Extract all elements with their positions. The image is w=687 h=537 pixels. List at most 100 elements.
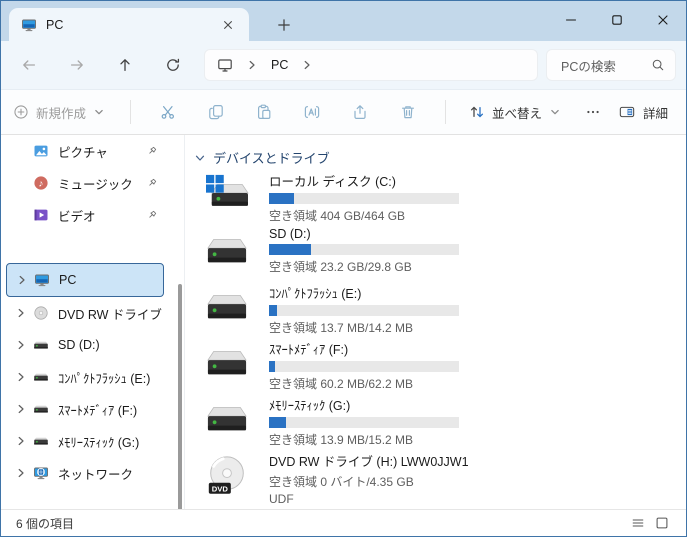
- main-panel: デバイスとドライブ ローカル ディスク (C:) 空き領域 404 GB/464 …: [186, 135, 686, 509]
- new-tab-button[interactable]: [271, 12, 297, 38]
- maximize-icon: [611, 14, 623, 26]
- paste-icon: [256, 104, 272, 120]
- sidebar-item-pc[interactable]: PC: [6, 263, 164, 297]
- pc-icon: [21, 17, 37, 33]
- sidebar-item-9[interactable]: ネットワーク: [6, 457, 164, 489]
- capacity-bar: [269, 193, 459, 204]
- hdd-small-icon: [33, 433, 49, 449]
- free-space-label: 空き領域 23.2 GB/29.8 GB: [269, 260, 412, 274]
- disc-icon: [33, 305, 49, 321]
- new-item-button[interactable]: 新規作成: [13, 103, 117, 122]
- free-space-label: 空き領域 13.7 MB/14.2 MB: [269, 321, 414, 335]
- list-view-icon: [631, 516, 645, 530]
- sidebar-item-label: ｽﾏｰﾄﾒﾃﾞｨｱ (F:): [58, 403, 138, 418]
- trash-icon: [400, 104, 416, 120]
- expand-chevron-icon[interactable]: [15, 307, 33, 319]
- share-icon: [352, 104, 368, 120]
- expand-chevron-icon[interactable]: [16, 274, 34, 286]
- free-space-label: 空き領域 60.2 MB/62.2 MB: [269, 377, 414, 391]
- details-view-button[interactable]: 詳細: [615, 103, 672, 122]
- up-button[interactable]: [107, 51, 143, 79]
- dvd-icon: DVD: [204, 453, 250, 499]
- sidebar-item-label: SD (D:): [58, 338, 100, 352]
- icons-view-toggle[interactable]: [650, 512, 674, 534]
- group-header-label: デバイスとドライブ: [213, 151, 330, 166]
- refresh-button[interactable]: [155, 51, 191, 79]
- search-box[interactable]: PCの検索: [546, 49, 676, 81]
- plus-circle-icon: [13, 104, 29, 120]
- item-count: 6 個の項目: [16, 516, 75, 531]
- drive-name: ローカル ディスク (C:): [269, 175, 396, 189]
- command-bar: 新規作成 並べ替え 詳細: [1, 89, 686, 135]
- sidebar-item-6[interactable]: ｺﾝﾊﾟｸﾄﾌﾗｯｼｭ (E:): [6, 361, 164, 393]
- drive-name: ｽﾏｰﾄﾒﾃﾞｨｱ (F:): [269, 343, 349, 357]
- maximize-button[interactable]: [594, 1, 640, 39]
- share-button[interactable]: [336, 95, 384, 129]
- search-icon: [651, 58, 665, 72]
- hdd-small-icon: [33, 369, 49, 385]
- sidebar-item-8[interactable]: ﾒﾓﾘｰｽﾃｨｯｸ (G:): [6, 425, 164, 457]
- back-icon: [21, 57, 37, 73]
- tab-close-button[interactable]: [217, 14, 239, 36]
- music-icon: ♪: [33, 175, 49, 191]
- address-bar[interactable]: PC: [204, 49, 538, 81]
- details-view-toggle[interactable]: [626, 512, 650, 534]
- content-area: ピクチャ ♪ ミュージック ビデオ PC DVD RW ドライブ (H:) SD …: [1, 135, 686, 536]
- expand-chevron-icon[interactable]: [15, 371, 33, 383]
- pc-icon: [34, 272, 50, 288]
- paste-button[interactable]: [240, 95, 288, 129]
- back-button[interactable]: [11, 51, 47, 79]
- chevron-right-icon[interactable]: [301, 59, 313, 71]
- scissors-icon: [160, 104, 176, 120]
- capacity-bar: [269, 361, 459, 372]
- sidebar-scrollbar[interactable]: [178, 284, 182, 536]
- minimize-button[interactable]: [548, 1, 594, 39]
- free-space-label: 空き領域 0 バイト/4.35 GB: [269, 475, 414, 489]
- pictures-icon: [33, 143, 49, 159]
- cut-button[interactable]: [144, 95, 192, 129]
- close-icon: [657, 14, 669, 26]
- toolbar-separator: [130, 100, 131, 124]
- ellipsis-icon: [585, 104, 601, 120]
- forward-icon: [69, 57, 85, 73]
- expand-chevron-icon[interactable]: [15, 339, 33, 351]
- expand-chevron-icon[interactable]: [15, 403, 33, 415]
- details-pane-icon: [619, 104, 635, 120]
- more-options-button[interactable]: [571, 95, 615, 129]
- sidebar-item-label: DVD RW ドライブ (H:): [58, 307, 164, 322]
- sidebar-item-0[interactable]: ピクチャ: [6, 135, 164, 167]
- sidebar-item-7[interactable]: ｽﾏｰﾄﾒﾃﾞｨｱ (F:): [6, 393, 164, 425]
- chevron-right-icon[interactable]: [246, 59, 258, 71]
- copy-icon: [208, 104, 224, 120]
- breadcrumb-pc[interactable]: PC: [271, 58, 288, 72]
- monitor-outline-icon: [217, 57, 233, 73]
- copy-button[interactable]: [192, 95, 240, 129]
- sidebar-item-5[interactable]: SD (D:): [6, 329, 164, 361]
- expand-chevron-icon[interactable]: [15, 467, 33, 479]
- close-button[interactable]: [640, 1, 686, 39]
- sidebar-item-label: PC: [59, 273, 77, 287]
- hdd-icon: [204, 397, 250, 439]
- group-header-devices[interactable]: デバイスとドライブ: [194, 148, 330, 167]
- rename-icon: [304, 104, 320, 120]
- tab-pc[interactable]: PC: [9, 8, 249, 41]
- sidebar-item-4[interactable]: DVD RW ドライブ (H:): [6, 297, 164, 329]
- delete-button[interactable]: [384, 95, 432, 129]
- sidebar-item-1[interactable]: ♪ ミュージック: [6, 167, 164, 199]
- rename-button[interactable]: [288, 95, 336, 129]
- hdd-icon: [204, 285, 250, 327]
- free-space-label: 空き領域 404 GB/464 GB: [269, 209, 406, 223]
- capacity-bar: [269, 417, 459, 428]
- sidebar-item-label: ミュージック: [58, 177, 133, 192]
- drive-name: SD (D:): [269, 227, 311, 241]
- sort-button[interactable]: 並べ替え: [459, 95, 571, 129]
- expand-chevron-icon[interactable]: [15, 435, 33, 447]
- sidebar-item-label: ｺﾝﾊﾟｸﾄﾌﾗｯｼｭ (E:): [58, 371, 151, 386]
- forward-button[interactable]: [59, 51, 95, 79]
- icons-view-icon: [655, 516, 669, 530]
- svg-text:♪: ♪: [39, 178, 44, 189]
- chevron-down-icon: [549, 106, 561, 118]
- hdd-icon: [204, 229, 250, 271]
- minimize-icon: [565, 14, 577, 26]
- sidebar-item-2[interactable]: ビデオ: [6, 199, 164, 231]
